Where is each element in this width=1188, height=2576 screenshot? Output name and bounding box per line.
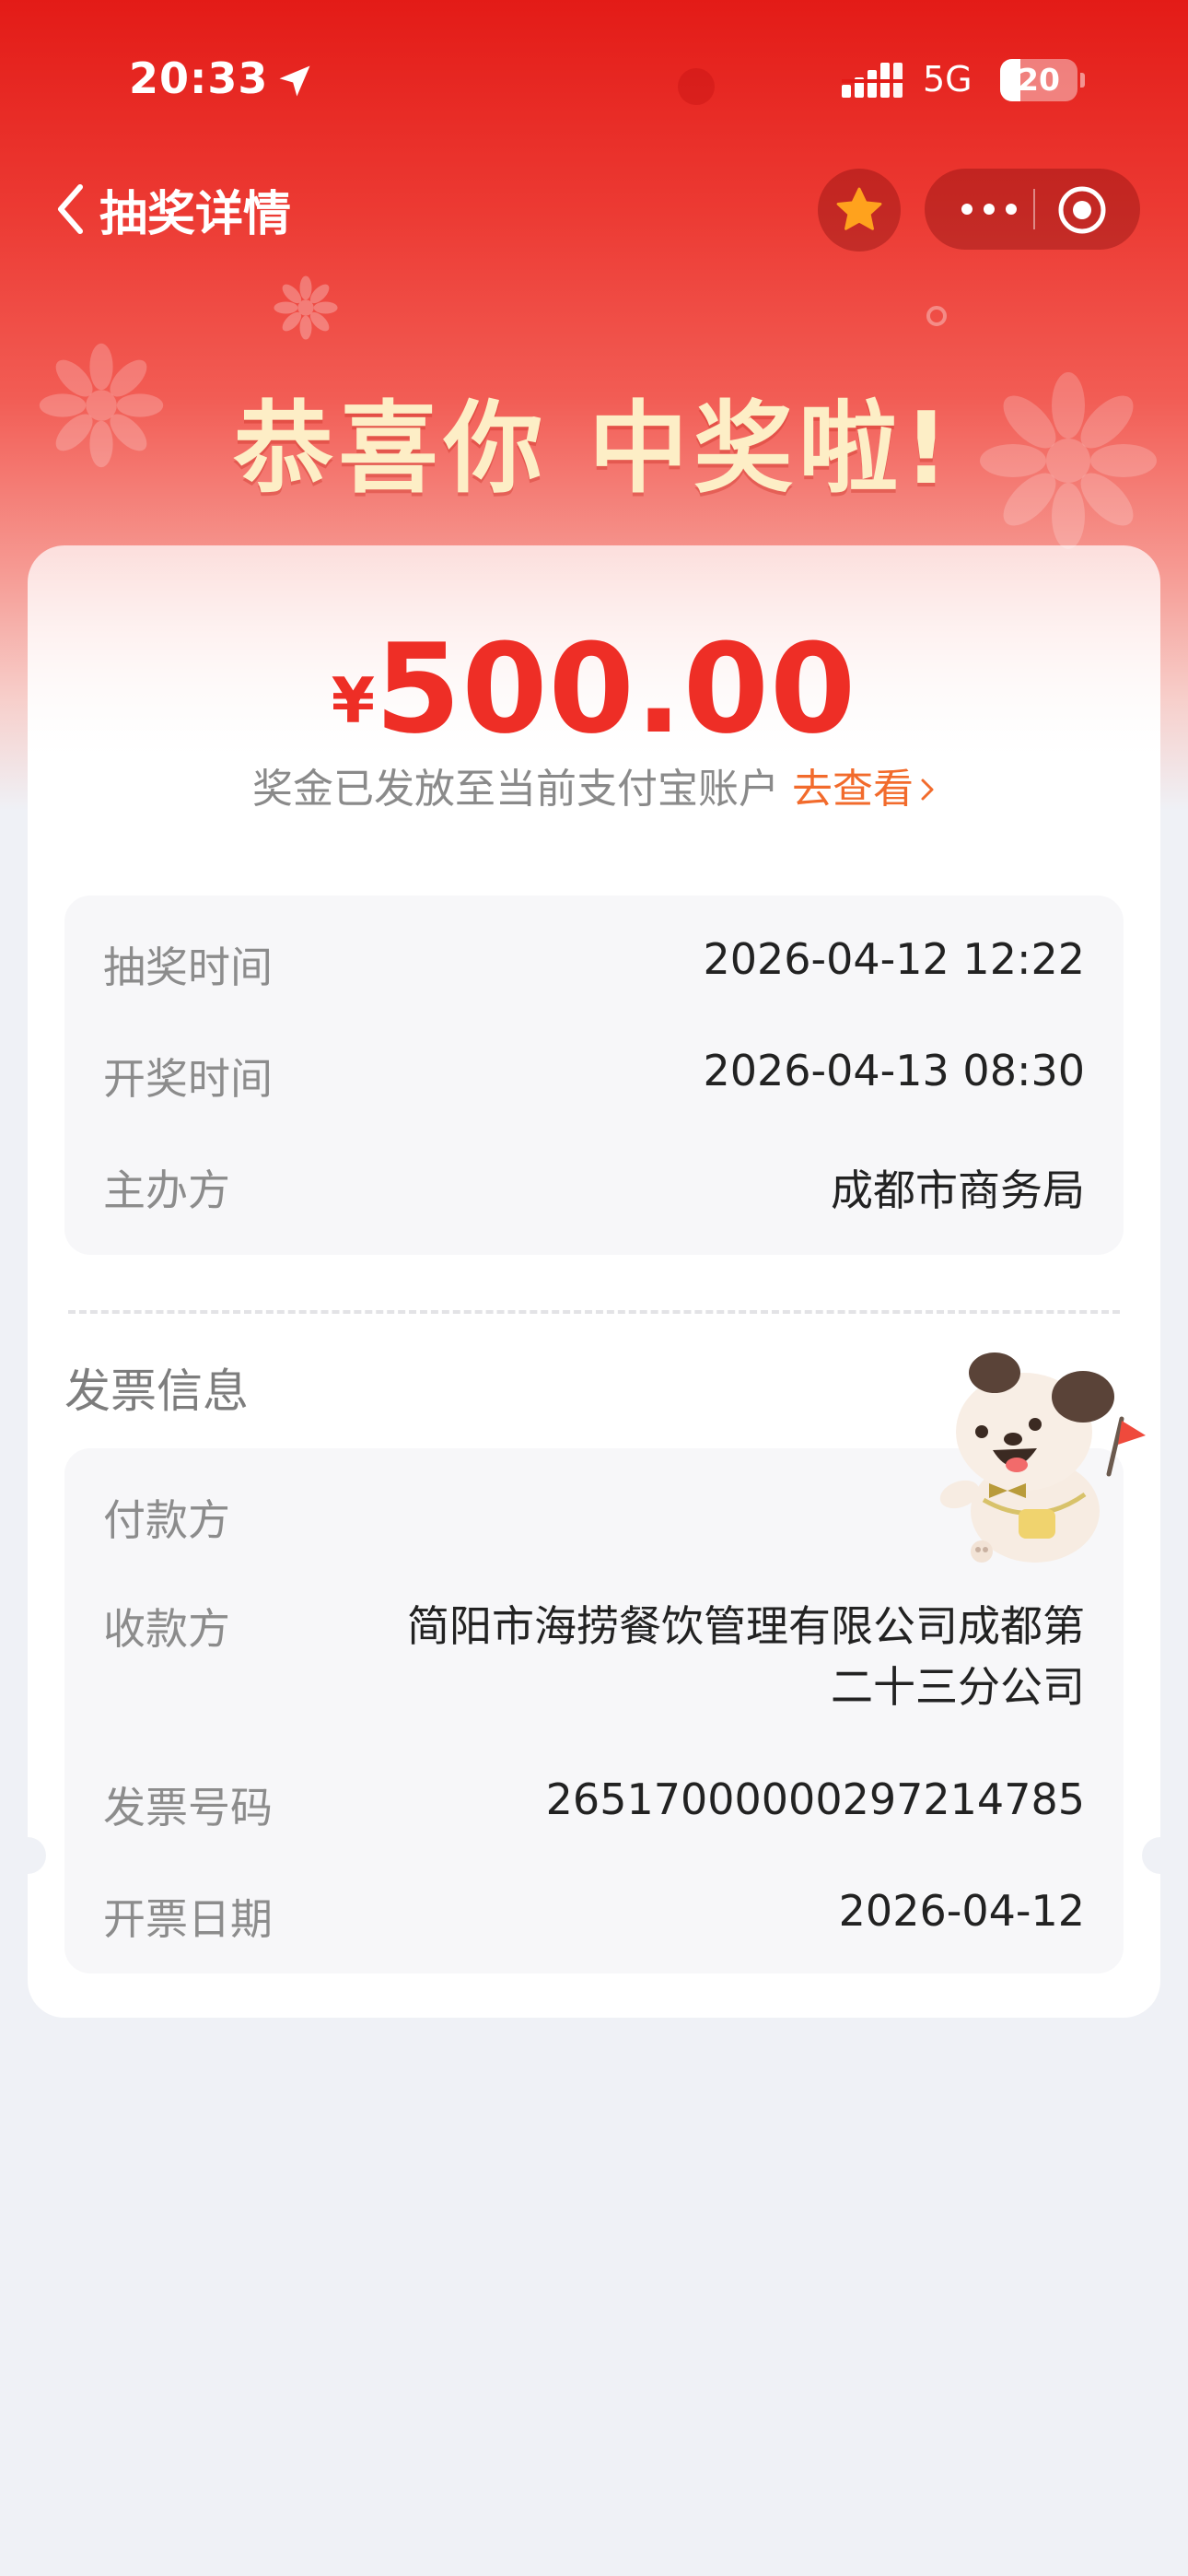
payout-text: 奖金已发放至当前支付宝账户 xyxy=(252,766,779,813)
row-value: 26517000000297214785 xyxy=(545,1774,1085,1824)
signal-bars-icon xyxy=(842,63,903,98)
row-value: 2026-04-12 xyxy=(838,1886,1085,1936)
bubble-decoration xyxy=(926,306,947,326)
chevron-right-icon xyxy=(921,779,934,801)
prize-card: ¥500.00 奖金已发放至当前支付宝账户 去查看 抽奖时间 2026-04-12… xyxy=(9,545,1179,2018)
network-type: 5G xyxy=(923,59,973,100)
flower-decoration-icon xyxy=(274,275,338,340)
star-icon xyxy=(836,187,882,230)
miniprogram-capsule xyxy=(925,169,1140,250)
row-label: 开票日期 xyxy=(103,1894,273,1944)
card-notch-left xyxy=(9,1837,46,1874)
row-label: 抽奖时间 xyxy=(103,943,273,992)
dashed-divider xyxy=(68,1310,1120,1314)
row-label: 付款方 xyxy=(103,1495,230,1545)
chevron-left-icon xyxy=(58,184,83,234)
dog-mascot-icon xyxy=(939,1352,1146,1563)
lottery-info-box: 抽奖时间 2026-04-12 12:22 开奖时间 2026-04-13 08… xyxy=(64,896,1124,1255)
row-label: 发票号码 xyxy=(103,1783,273,1832)
row-value: 简阳市海捞餐饮管理有限公司成都第二十三分公司 xyxy=(407,1601,1085,1712)
view-account-link[interactable]: 去查看 xyxy=(792,766,936,813)
congrats-heading: 恭喜你 中奖啦! xyxy=(233,392,955,507)
amount-value: 500.00 xyxy=(375,617,857,761)
battery-level: 20 xyxy=(1018,62,1060,98)
row-value: 成都市商务局 xyxy=(831,1165,1085,1215)
card-notch-right xyxy=(1142,1837,1179,1874)
more-dots-icon[interactable] xyxy=(952,189,1026,229)
status-bar: 20:33 5G 20 xyxy=(0,0,1188,157)
back-button[interactable]: 抽奖详情 xyxy=(52,175,328,243)
row-label: 收款方 xyxy=(103,1604,230,1654)
battery-icon: 20 xyxy=(1000,59,1085,101)
location-arrow-icon xyxy=(279,65,310,97)
currency-symbol: ¥ xyxy=(331,665,376,738)
capsule-divider xyxy=(1033,189,1035,229)
page-title: 抽奖详情 xyxy=(99,186,292,242)
prize-amount: ¥500.00 xyxy=(28,617,1160,761)
row-label: 主办方 xyxy=(103,1165,230,1215)
row-label: 开奖时间 xyxy=(103,1054,273,1104)
view-link-label: 去查看 xyxy=(792,766,914,813)
row-value: 2026-04-12 12:22 xyxy=(703,934,1085,984)
status-time: 20:33 xyxy=(129,53,269,103)
row-value: 2026-04-13 08:30 xyxy=(703,1046,1085,1095)
favorite-button[interactable] xyxy=(818,169,901,252)
payout-line: 奖金已发放至当前支付宝账户 去查看 xyxy=(28,755,1160,814)
target-circle-icon[interactable] xyxy=(1055,183,1109,237)
invoice-section-title: 发票信息 xyxy=(64,1364,249,1418)
